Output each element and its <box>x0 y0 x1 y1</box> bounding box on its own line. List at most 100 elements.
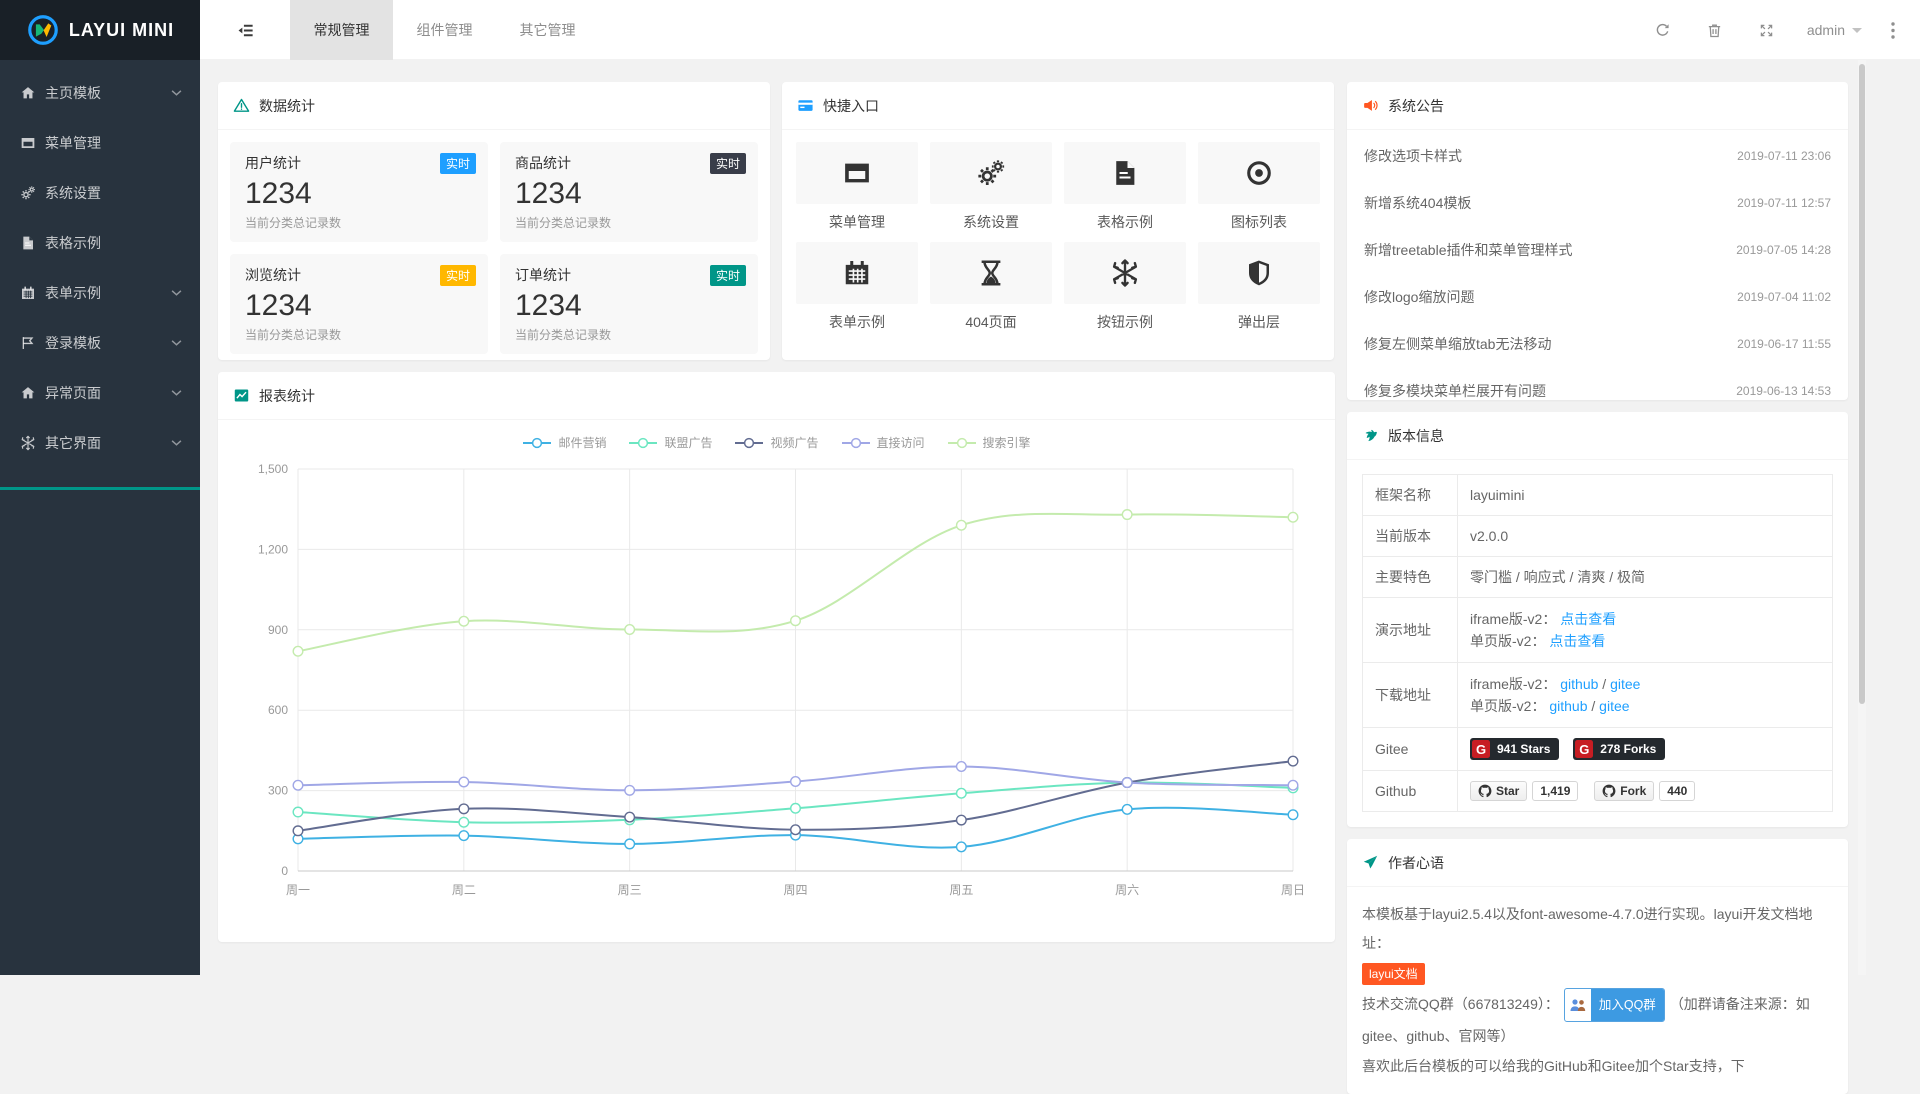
chevron-down-icon <box>171 89 182 97</box>
gitee-forks-badge[interactable]: G278 Forks <box>1573 738 1665 760</box>
file-icon <box>1064 142 1186 204</box>
announcement-item: 新增系统404模板 2019-07-11 12:57 <box>1362 179 1833 226</box>
quick-item-form-demo[interactable]: 表单示例 <box>796 242 918 332</box>
window-icon <box>20 135 36 151</box>
sidebar-item-menu-manage[interactable]: 菜单管理 <box>0 118 200 168</box>
chevron-down-icon <box>171 439 182 447</box>
sidebar-item-other-pages[interactable]: 其它界面 <box>0 418 200 468</box>
quick-item-menu-manage[interactable]: 菜单管理 <box>796 142 918 232</box>
download-gitee-link[interactable]: gitee <box>1610 676 1640 692</box>
quick-item-system-settings[interactable]: 系统设置 <box>930 142 1052 232</box>
panel-title: 系统公告 <box>1388 96 1444 116</box>
line-chart-icon <box>233 387 250 404</box>
quick-label: 404页面 <box>930 312 1052 332</box>
qq-group-icon <box>1565 994 1591 1016</box>
legend-item[interactable]: 联盟广告 <box>628 434 712 451</box>
trash-icon[interactable] <box>1689 0 1741 60</box>
collapse-menu-button[interactable] <box>200 0 290 60</box>
more-options-kebab-icon[interactable] <box>1876 0 1910 60</box>
github-fork-label: Fork <box>1620 784 1646 798</box>
fullscreen-icon[interactable] <box>1741 0 1793 60</box>
gitee-stars-count: 941 Stars <box>1490 742 1557 756</box>
layui-doc-badge[interactable]: layui文档 <box>1362 963 1425 985</box>
alert-triangle-icon <box>233 97 250 114</box>
join-qq-group-label: 加入QQ群 <box>1591 989 1664 1021</box>
sidebar-item-table-demo[interactable]: 表格示例 <box>0 218 200 268</box>
announcement-date: 2019-07-04 11:02 <box>1737 290 1831 304</box>
vertical-scrollbar <box>1858 60 1866 975</box>
refresh-icon[interactable] <box>1637 0 1689 60</box>
panel-system-announcements: 系统公告 修改选项卡样式 2019-07-11 23:06 新增系统404模板 … <box>1347 82 1848 400</box>
legend-item[interactable]: 邮件营销 <box>522 434 606 451</box>
version-row-label: 下载地址 <box>1363 663 1458 728</box>
sidebar-item-system-settings[interactable]: 系统设置 <box>0 168 200 218</box>
join-qq-group-button[interactable]: 加入QQ群 <box>1564 988 1665 1022</box>
sidebar-item-form-demo[interactable]: 表单示例 <box>0 268 200 318</box>
announcement-text: 新增系统404模板 <box>1364 193 1471 213</box>
tab-general-manage[interactable]: 常规管理 <box>290 0 393 60</box>
demo-onepage-link[interactable]: 点击查看 <box>1549 633 1605 649</box>
stat-title: 用户统计 <box>245 153 473 173</box>
sidebar-item-error-pages[interactable]: 异常页面 <box>0 368 200 418</box>
table-row: 当前版本 v2.0.0 <box>1363 516 1833 557</box>
legend-label: 联盟广告 <box>664 434 712 451</box>
sidebar-item-home-template[interactable]: 主页模板 <box>0 68 200 118</box>
user-menu[interactable]: admin <box>1793 22 1876 38</box>
legend-item[interactable]: 视频广告 <box>734 434 818 451</box>
quick-item-popup-layer[interactable]: 弹出层 <box>1198 242 1320 332</box>
gitee-stars-badge[interactable]: G941 Stars <box>1470 738 1559 760</box>
quick-item-404-page[interactable]: 404页面 <box>930 242 1052 332</box>
panel-title: 快捷入口 <box>823 96 879 116</box>
download-gitee-link[interactable]: gitee <box>1599 698 1629 714</box>
gitee-logo-icon: G <box>1575 740 1593 758</box>
main-features: 零门槛 / 响应式 / 清爽 / 极简 <box>1458 557 1833 598</box>
stat-value: 1234 <box>515 289 743 323</box>
sidebar-item-login-template[interactable]: 登录模板 <box>0 318 200 368</box>
legend-marker-icon <box>841 437 871 449</box>
download-github-link[interactable]: github <box>1549 698 1587 714</box>
quick-item-icon-list[interactable]: 图标列表 <box>1198 142 1320 232</box>
quick-label: 图标列表 <box>1198 212 1320 232</box>
credit-card-icon <box>797 97 814 114</box>
announcement-item: 修复多模块菜单栏展开有问题 2019-06-13 14:53 <box>1362 367 1833 400</box>
sidebar-item-label: 系统设置 <box>45 183 182 203</box>
quick-item-table-demo[interactable]: 表格示例 <box>1064 142 1186 232</box>
gitee-logo-icon: G <box>1472 740 1490 758</box>
table-row: 主要特色 零门槛 / 响应式 / 清爽 / 极简 <box>1363 557 1833 598</box>
panel-data-statistics: 数据统计 用户统计 实时 1234 当前分类总记录数 商品统计 实时 1234 <box>218 82 770 360</box>
download-github-link[interactable]: github <box>1560 676 1598 692</box>
github-fork-badge[interactable]: Fork 440 <box>1594 781 1695 801</box>
download-line-prefix: 单页版-v2： <box>1470 698 1545 714</box>
calendar-icon <box>796 242 918 304</box>
announcement-item: 修改logo缩放问题 2019-07-04 11:02 <box>1362 273 1833 320</box>
chevron-down-icon <box>171 339 182 347</box>
quick-label: 表单示例 <box>796 312 918 332</box>
stat-title: 订单统计 <box>515 265 743 285</box>
legend-marker-icon <box>734 437 764 449</box>
quick-item-button-demo[interactable]: 按钮示例 <box>1064 242 1186 332</box>
line-chart-svg: 03006009001,2001,500周一周二周三周四周五周六周日 <box>226 453 1311 915</box>
tab-other-manage[interactable]: 其它管理 <box>496 0 599 60</box>
version-row-label: Gitee <box>1363 728 1458 771</box>
sidebar-item-label: 登录模板 <box>45 333 171 353</box>
legend-item[interactable]: 直接访问 <box>841 434 925 451</box>
panel-version-info: 版本信息 框架名称 layuimini 当前版本 v2.0.0 主要特色 <box>1347 412 1848 827</box>
main-content: 数据统计 用户统计 实时 1234 当前分类总记录数 商品统计 实时 1234 <box>200 60 1920 975</box>
panel-author-words: 作者心语 本模板基于layui2.5.4以及font-awesome-4.7.0… <box>1347 839 1848 1094</box>
announcement-date: 2019-06-17 11:55 <box>1737 337 1831 351</box>
calendar-icon <box>20 285 36 301</box>
tab-component-manage[interactable]: 组件管理 <box>393 0 496 60</box>
legend-item[interactable]: 搜索引擎 <box>947 434 1031 451</box>
svg-text:1,200: 1,200 <box>258 542 288 556</box>
svg-text:周四: 周四 <box>783 883 807 897</box>
report-line-chart: 03006009001,2001,500周一周二周三周四周五周六周日 <box>218 453 1335 915</box>
app-title: LAYUI MINI <box>69 20 174 41</box>
scrollbar-thumb[interactable] <box>1859 64 1865 704</box>
demo-iframe-link[interactable]: 点击查看 <box>1560 611 1616 627</box>
download-line-prefix: iframe版-v2： <box>1470 676 1556 692</box>
page-tabs: 常规管理 组件管理 其它管理 <box>290 0 599 60</box>
gears-icon <box>20 185 36 201</box>
github-star-badge[interactable]: Star 1,419 <box>1470 781 1578 801</box>
bullhorn-icon <box>1362 97 1379 114</box>
logo[interactable]: LAYUI MINI <box>0 0 200 60</box>
